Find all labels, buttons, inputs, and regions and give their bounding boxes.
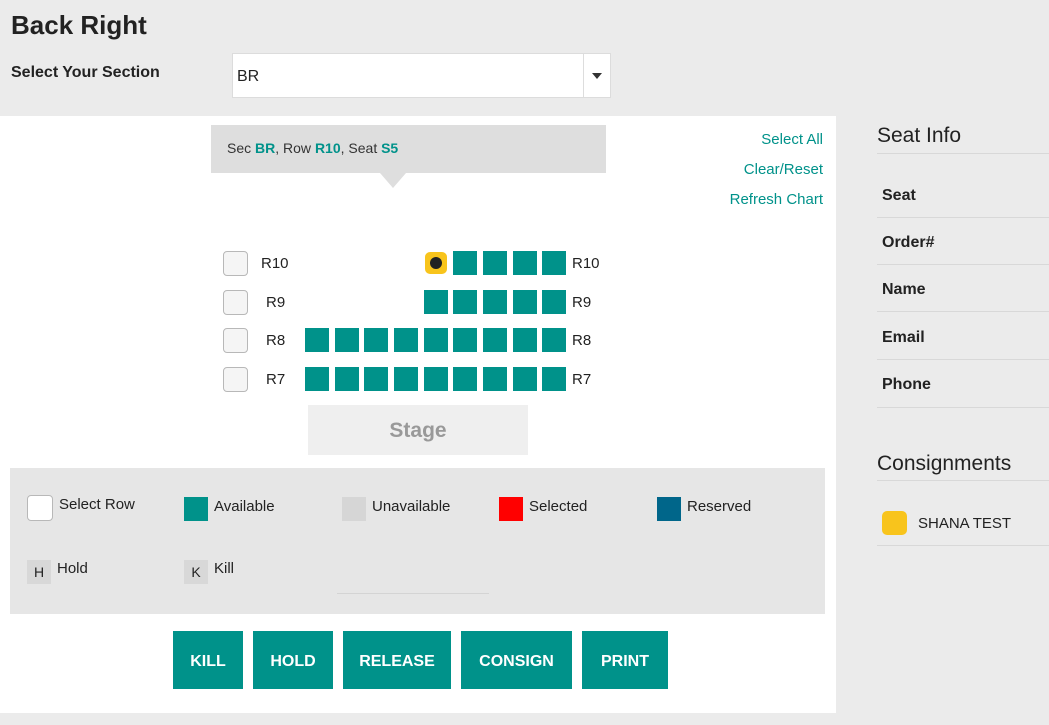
row-label-left: R9 <box>266 294 286 311</box>
seat-info-order: Order# <box>877 217 1049 265</box>
page-title: Back Right <box>11 10 147 40</box>
legend-select-row: Select Row <box>59 496 135 513</box>
clear-reset-link[interactable]: Clear/Reset <box>744 161 823 178</box>
seat[interactable] <box>453 290 477 314</box>
seat[interactable] <box>305 367 329 391</box>
seat-consigned[interactable] <box>425 252 447 274</box>
seat[interactable] <box>453 328 477 352</box>
legend-hold: Hold <box>57 560 88 577</box>
seat[interactable] <box>542 290 566 314</box>
legend-available-swatch <box>184 497 208 521</box>
seat[interactable] <box>364 367 388 391</box>
seat[interactable] <box>453 251 477 275</box>
seat[interactable] <box>364 328 388 352</box>
seat[interactable] <box>335 328 359 352</box>
seat-tooltip: Sec BR, Row R10, Seat S5 <box>211 125 606 173</box>
kill-button[interactable]: KILL <box>173 631 243 689</box>
tooltip-seat: S5 <box>381 140 399 156</box>
seat[interactable] <box>483 251 507 275</box>
tooltip-text: Sec BR, Row R10, Seat S5 <box>227 140 399 156</box>
legend-selected: Selected <box>529 498 588 515</box>
chevron-down-icon[interactable] <box>592 73 602 79</box>
seat-info-phone: Phone <box>877 359 1049 408</box>
seat[interactable] <box>542 251 566 275</box>
legend-hold-swatch: H <box>27 560 51 584</box>
row-checkbox-r8[interactable] <box>223 328 248 353</box>
consignment-name: SHANA TEST <box>918 515 1012 532</box>
seat[interactable] <box>335 367 359 391</box>
tooltip-row: R10 <box>314 140 341 156</box>
consign-button[interactable]: CONSIGN <box>461 631 572 689</box>
consignments-divider <box>877 480 1049 481</box>
seat[interactable] <box>424 367 448 391</box>
consignments-title: Consignments <box>877 452 1012 475</box>
section-select[interactable]: BR <box>232 53 611 98</box>
seat-info-title: Seat Info <box>877 124 962 147</box>
seat[interactable] <box>483 367 507 391</box>
release-button[interactable]: RELEASE <box>343 631 451 689</box>
seat[interactable] <box>513 251 537 275</box>
legend-available: Available <box>214 498 275 515</box>
legend-selected-swatch <box>499 497 523 521</box>
seat[interactable] <box>513 328 537 352</box>
legend-reserved-swatch <box>657 497 681 521</box>
refresh-chart-link[interactable]: Refresh Chart <box>730 191 823 208</box>
row-checkbox-r10[interactable] <box>223 251 248 276</box>
seat[interactable] <box>424 290 448 314</box>
seat[interactable] <box>542 367 566 391</box>
legend-divider <box>337 593 489 594</box>
row-label-left: R8 <box>266 332 286 349</box>
row-checkbox-r7[interactable] <box>223 367 248 392</box>
seat-info-email: Email <box>877 311 1049 360</box>
section-select-value: BR <box>237 68 260 85</box>
selected-dot-icon <box>430 257 442 269</box>
tooltip-arrow <box>380 173 406 188</box>
consignments-divider-bottom <box>877 545 1049 546</box>
seat[interactable] <box>394 328 418 352</box>
row-checkbox-r9[interactable] <box>223 290 248 315</box>
seat-info-name: Name <box>877 264 1049 312</box>
seat[interactable] <box>483 328 507 352</box>
seat-info-seat: Seat <box>877 153 1049 218</box>
legend-reserved: Reserved <box>687 498 752 515</box>
seat[interactable] <box>513 290 537 314</box>
seat[interactable] <box>483 290 507 314</box>
seat[interactable] <box>394 367 418 391</box>
select-divider <box>583 54 584 97</box>
legend-unavailable-swatch <box>342 497 366 521</box>
row-label-left: R10 <box>261 255 289 272</box>
stage-label: Stage <box>389 419 447 442</box>
consignment-color-swatch <box>882 511 907 535</box>
stage: Stage <box>308 405 528 455</box>
row-label-right: R7 <box>572 371 592 388</box>
row-label-right: R8 <box>572 332 592 349</box>
legend-kill: Kill <box>214 560 235 577</box>
seat[interactable] <box>305 328 329 352</box>
seat[interactable] <box>542 328 566 352</box>
tooltip-section: BR <box>255 140 276 156</box>
section-label: Select Your Section <box>11 64 160 81</box>
legend-unavailable: Unavailable <box>372 498 451 515</box>
seat[interactable] <box>513 367 537 391</box>
row-label-right: R10 <box>572 255 600 272</box>
row-label-left: R7 <box>266 371 286 388</box>
print-button[interactable]: PRINT <box>582 631 668 689</box>
seat[interactable] <box>453 367 477 391</box>
hold-button[interactable]: HOLD <box>253 631 333 689</box>
legend-select-row-swatch <box>27 495 53 521</box>
select-all-link[interactable]: Select All <box>761 131 823 148</box>
seat[interactable] <box>424 328 448 352</box>
row-label-right: R9 <box>572 294 592 311</box>
legend-kill-swatch: K <box>184 560 208 584</box>
